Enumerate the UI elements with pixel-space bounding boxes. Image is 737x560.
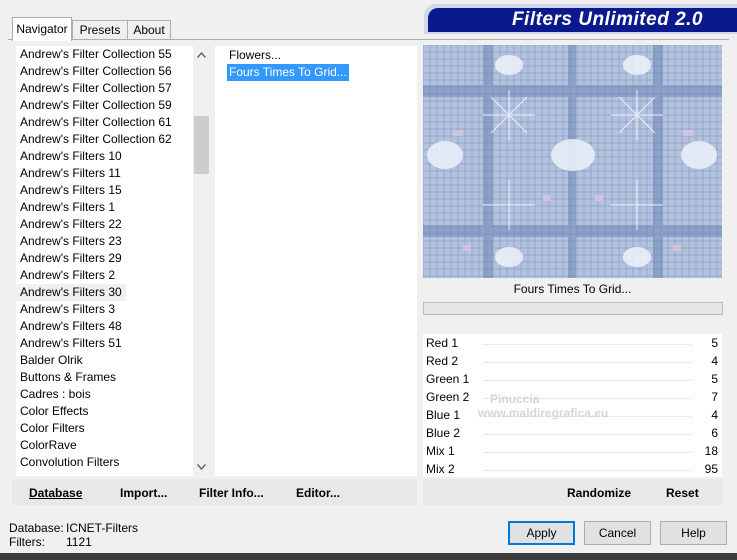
category-item[interactable]: Color Effects [16, 403, 92, 420]
watermark-url: www.maldiregrafica.eu [478, 406, 609, 420]
category-item[interactable]: Convolution Filters [16, 454, 123, 471]
database-button[interactable]: Database [29, 486, 82, 500]
category-item[interactable]: Andrew's Filters 30 [16, 284, 126, 301]
parameter-slider-track[interactable] [484, 434, 692, 436]
category-item[interactable]: Andrew's Filters 51 [16, 335, 126, 352]
category-item[interactable]: Balder Olrik [16, 352, 87, 369]
category-item[interactable]: Andrew's Filter Collection 55 [16, 46, 176, 63]
tab-about[interactable]: About [127, 20, 171, 40]
category-item[interactable]: Andrew's Filters 23 [16, 233, 126, 250]
parameter-row[interactable]: Mix 1 18 [424, 442, 722, 460]
parameter-slider-track[interactable] [484, 452, 692, 454]
category-item[interactable]: Andrew's Filters 11 [16, 165, 125, 182]
preview-frame [423, 45, 722, 278]
category-item[interactable]: Andrew's Filters 22 [16, 216, 126, 233]
import-button[interactable]: Import... [120, 486, 167, 500]
parameter-value: 7 [711, 390, 718, 404]
parameter-row[interactable]: Red 1 5 [424, 334, 722, 352]
parameter-name: Green 2 [426, 390, 470, 404]
preview-label: Fours Times To Grid... [513, 282, 632, 296]
cancel-button[interactable]: Cancel [584, 521, 651, 545]
parameter-value: 4 [711, 354, 718, 368]
chevron-down-icon[interactable] [193, 459, 210, 476]
parameter-value: 6 [711, 426, 718, 440]
status-filters-value: 1121 [66, 535, 92, 549]
window-bottom-edge [0, 553, 737, 560]
category-item[interactable]: Andrew's Filters 10 [16, 148, 126, 165]
parameter-name: Blue 1 [426, 408, 461, 422]
parameter-row[interactable]: Mix 2 95 [424, 460, 722, 478]
category-item[interactable]: Andrew's Filters 2 [16, 267, 119, 284]
parameter-row[interactable]: Red 2 4 [424, 352, 722, 370]
scrollbar-thumb[interactable] [194, 116, 209, 174]
parameter-slider-track[interactable] [484, 362, 692, 364]
category-item[interactable]: Andrew's Filter Collection 57 [16, 80, 176, 97]
parameter-row[interactable]: Blue 2 6 [424, 424, 722, 442]
category-scrollbar[interactable] [193, 46, 210, 476]
help-button[interactable]: Help [660, 521, 727, 545]
parameter-value: 4 [711, 408, 718, 422]
filter-info-button[interactable]: Filter Info... [199, 486, 264, 500]
tab-presets[interactable]: Presets [72, 20, 128, 40]
parameter-value: 95 [704, 462, 718, 476]
parameter-row[interactable]: Green 1 5 [424, 370, 722, 388]
parameter-value: 5 [711, 336, 718, 350]
category-item[interactable]: Andrew's Filters 15 [16, 182, 126, 199]
parameter-name: Blue 2 [426, 426, 461, 440]
parameter-slider-track[interactable] [484, 470, 692, 472]
filter-item[interactable]: Flowers... [227, 47, 283, 64]
preview-image [423, 45, 722, 278]
category-item[interactable]: Buttons & Frames [16, 369, 120, 386]
category-item[interactable]: Andrew's Filter Collection 59 [16, 97, 176, 114]
category-item[interactable]: Andrew's Filter Collection 56 [16, 63, 176, 80]
parameter-name: Mix 1 [426, 444, 455, 458]
progress-bar [423, 302, 723, 315]
category-item[interactable]: Andrew's Filter Collection 62 [16, 131, 176, 148]
watermark: Pinuccia www.maldiregrafica.eu [478, 392, 608, 420]
parameter-name: Green 1 [426, 372, 470, 386]
parameter-slider-track[interactable] [484, 344, 692, 346]
category-item[interactable]: ColorRave [16, 437, 81, 454]
parameter-value: 5 [711, 372, 718, 386]
filter-list[interactable]: Flowers... Fours Times To Grid... [215, 46, 417, 476]
parameter-value: 18 [704, 444, 718, 458]
parameter-name: Mix 2 [426, 462, 455, 476]
category-item[interactable]: Andrew's Filters 48 [16, 318, 126, 335]
status-database-label: Database: [9, 521, 64, 535]
parameter-slider-track[interactable] [484, 380, 692, 382]
parameter-name: Red 2 [426, 354, 459, 368]
apply-button[interactable]: Apply [508, 521, 575, 545]
parameter-name: Red 1 [426, 336, 459, 350]
watermark-name: Pinuccia [490, 392, 540, 406]
category-item[interactable]: Andrew's Filter Collection 61 [16, 114, 176, 131]
category-item[interactable]: Color Filters [16, 420, 89, 437]
category-list[interactable]: Andrew's Filter Collection 55 Andrew's Fi… [16, 46, 193, 476]
category-item[interactable]: Andrew's Filters 29 [16, 250, 126, 267]
editor-button[interactable]: Editor... [296, 486, 340, 500]
category-item[interactable]: Cadres : bois [16, 386, 95, 403]
chevron-up-icon[interactable] [193, 47, 210, 64]
tab-content-border [8, 39, 729, 40]
filter-item[interactable]: Fours Times To Grid... [227, 64, 349, 81]
tab-navigator[interactable]: Navigator [12, 17, 72, 41]
category-item[interactable]: Andrew's Filters 1 [16, 199, 119, 216]
randomize-button[interactable]: Randomize [567, 486, 631, 500]
banner-title: Filters Unlimited 2.0 [428, 8, 737, 32]
status-filters-label: Filters: [9, 535, 45, 549]
category-item[interactable]: Andrew's Filters 3 [16, 301, 119, 318]
status-database-value: ICNET-Filters [66, 521, 138, 535]
reset-button[interactable]: Reset [666, 486, 699, 500]
